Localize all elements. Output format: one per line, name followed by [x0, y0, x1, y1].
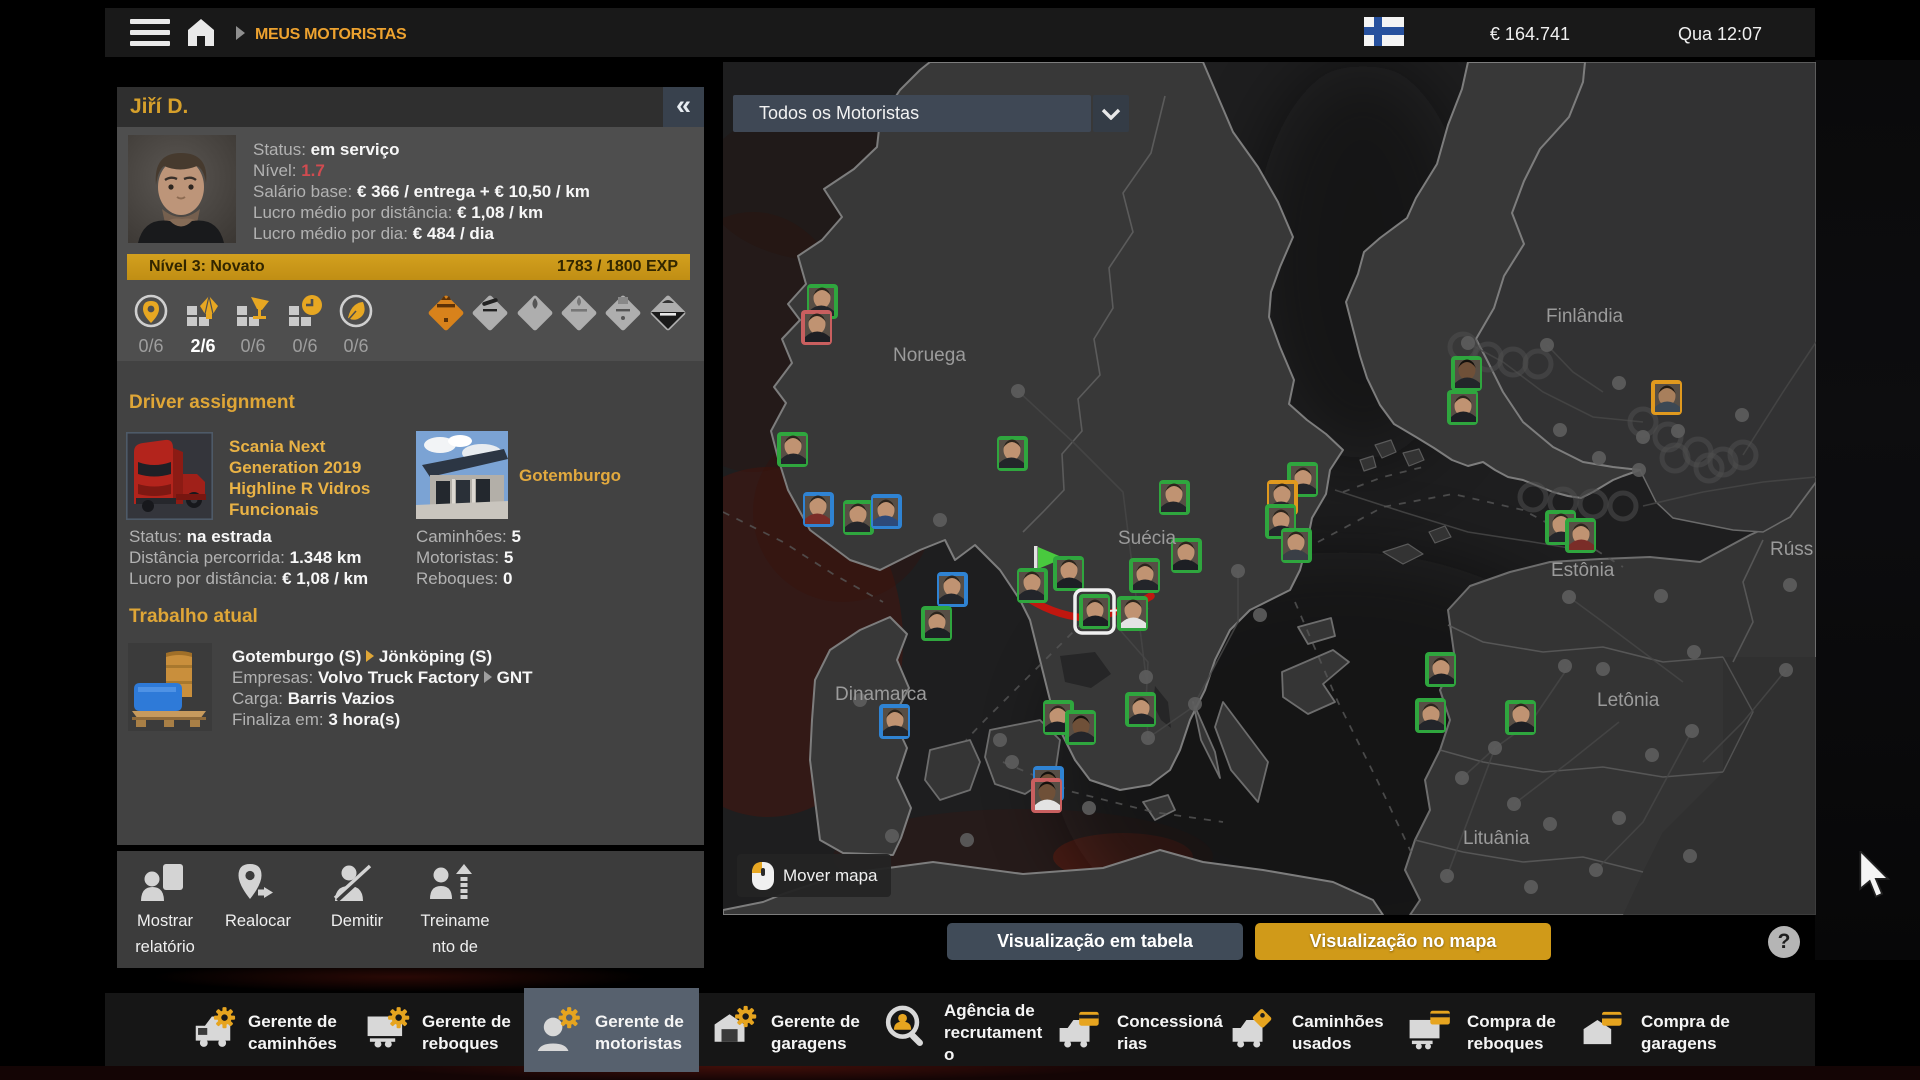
svg-text:Finlândia: Finlândia: [1546, 306, 1624, 327]
svg-text:Lituânia: Lituânia: [1463, 828, 1530, 849]
svg-text:Noruega: Noruega: [893, 345, 966, 366]
svg-text:Suécia: Suécia: [1118, 528, 1177, 549]
svg-text:Letônia: Letônia: [1597, 690, 1660, 711]
svg-text:Estônia: Estônia: [1551, 560, 1615, 581]
svg-text:Rúss: Rúss: [1770, 539, 1813, 560]
svg-text:Dinamarca: Dinamarca: [835, 684, 927, 705]
